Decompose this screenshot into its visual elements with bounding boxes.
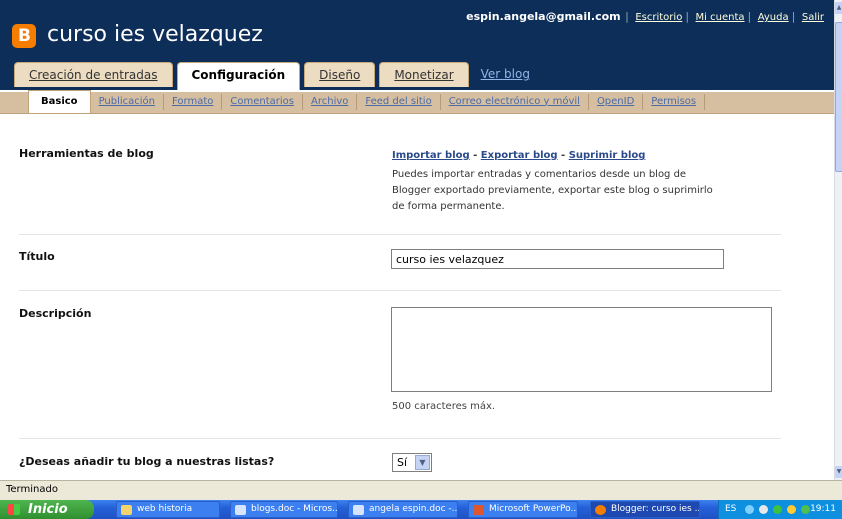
word-doc-icon xyxy=(353,505,364,515)
subtab-comments[interactable]: Comentarios xyxy=(222,93,303,110)
folder-icon xyxy=(121,505,132,515)
tab-settings[interactable]: Configuración xyxy=(176,62,301,90)
subtab-email-mobile[interactable]: Correo electrónico y móvil xyxy=(441,93,589,110)
description-char-limit: 500 caracteres máx. xyxy=(392,401,496,412)
sign-out-link[interactable]: Salir xyxy=(802,12,824,23)
settings-subtabs: Basico Publicación Formato Comentarios A… xyxy=(0,89,834,114)
view-blog-link[interactable]: Ver blog xyxy=(473,62,538,87)
divider xyxy=(19,438,781,439)
taskbar-item-powerpoint[interactable]: Microsoft PowerPo... xyxy=(468,501,578,518)
taskbar-item-folder[interactable]: web historia xyxy=(116,501,220,518)
antivirus-icon[interactable] xyxy=(801,505,810,514)
title-input[interactable] xyxy=(391,249,724,269)
system-tray: ES 19:11 xyxy=(718,500,842,519)
language-indicator[interactable]: ES xyxy=(725,500,736,519)
security-icon[interactable] xyxy=(787,505,796,514)
subtab-publishing[interactable]: Publicación xyxy=(91,93,165,110)
tab-layout[interactable]: Diseño xyxy=(304,62,376,87)
blog-tools-links: Importar blog - Exportar blog - Suprimir… xyxy=(392,150,646,161)
taskbar-item-blogger[interactable]: Blogger: curso ies ... xyxy=(590,501,700,518)
export-blog-link[interactable]: Exportar blog xyxy=(481,150,558,161)
tab-posting[interactable]: Creación de entradas xyxy=(14,62,173,87)
start-button[interactable]: Inicio xyxy=(0,500,94,519)
subtab-openid[interactable]: OpenID xyxy=(589,93,644,110)
network-icon[interactable] xyxy=(745,505,754,514)
subtab-permissions[interactable]: Permisos xyxy=(643,93,706,110)
subtab-archiving[interactable]: Archivo xyxy=(303,93,358,110)
windows-logo-icon xyxy=(8,504,20,515)
volume-icon[interactable] xyxy=(759,505,768,514)
chevron-down-icon[interactable]: ▼ xyxy=(415,455,430,470)
user-email: espin.angela@gmail.com xyxy=(466,10,621,23)
listing-label: ¿Deseas añadir tu blog a nuestras listas… xyxy=(19,455,275,468)
word-doc-icon xyxy=(235,505,246,515)
help-link[interactable]: Ayuda xyxy=(758,12,789,23)
delete-blog-link[interactable]: Suprimir blog xyxy=(569,150,646,161)
browser-icon xyxy=(595,505,606,515)
blog-title: curso ies velazquez xyxy=(47,22,263,47)
listing-select-value: Sí xyxy=(397,456,408,469)
main-tabs: Creación de entradas Configuración Diseñ… xyxy=(14,62,542,90)
windows-taskbar: Inicio web historia blogs.doc - Micros..… xyxy=(0,500,842,519)
blogger-header: B curso ies velazquez espin.angela@gmail… xyxy=(0,0,834,90)
import-blog-link[interactable]: Importar blog xyxy=(392,150,470,161)
divider xyxy=(19,234,781,235)
tab-monetize[interactable]: Monetizar xyxy=(379,62,469,87)
dashboard-link[interactable]: Escritorio xyxy=(635,12,682,23)
taskbar-item-word-1[interactable]: blogs.doc - Micros... xyxy=(230,501,338,518)
blog-tools-description: Puedes importar entradas y comentarios d… xyxy=(392,169,713,212)
blogger-logo-icon[interactable]: B xyxy=(12,24,36,48)
description-label: Descripción xyxy=(19,307,92,320)
title-label: Título xyxy=(19,250,55,263)
divider xyxy=(19,290,781,291)
blog-tools-label: Herramientas de blog xyxy=(19,147,154,160)
settings-form: Herramientas de blog Importar blog - Exp… xyxy=(0,115,834,480)
browser-status-bar: Terminado xyxy=(0,480,842,500)
vertical-scrollbar[interactable]: ▲ ▼ xyxy=(834,0,842,480)
messenger-icon[interactable] xyxy=(773,505,782,514)
taskbar-item-word-2[interactable]: angela espin.doc -... xyxy=(348,501,458,518)
clock: 19:11 xyxy=(810,504,836,514)
subtab-formatting[interactable]: Formato xyxy=(164,93,223,110)
account-links: espin.angela@gmail.com | Escritorio | Mi … xyxy=(466,10,824,23)
scroll-down-icon[interactable]: ▼ xyxy=(835,466,842,478)
scrollbar-thumb[interactable] xyxy=(835,22,842,172)
powerpoint-icon xyxy=(473,505,484,515)
subtab-site-feed[interactable]: Feed del sitio xyxy=(357,93,441,110)
listing-select[interactable]: Sí ▼ xyxy=(392,453,432,472)
scroll-up-icon[interactable]: ▲ xyxy=(835,2,842,14)
my-account-link[interactable]: Mi cuenta xyxy=(696,12,745,23)
description-textarea[interactable] xyxy=(391,307,772,392)
subtab-basic[interactable]: Basico xyxy=(28,89,91,114)
